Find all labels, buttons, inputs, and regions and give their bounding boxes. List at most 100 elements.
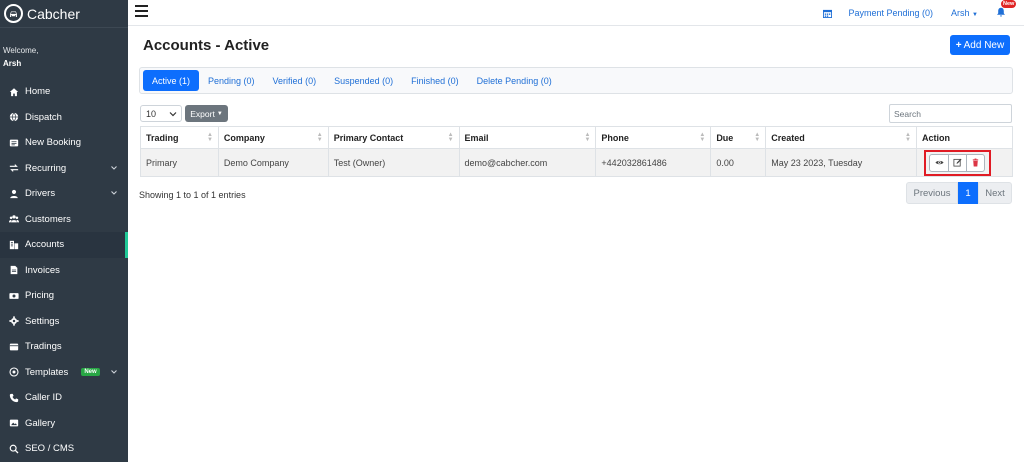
export-label: Export [190, 108, 215, 119]
trash-icon [973, 158, 979, 167]
page-length-select[interactable]: 10 [140, 105, 182, 122]
caret-down-icon: ▼ [216, 110, 223, 117]
sidebar-item-label: Drivers [25, 188, 56, 200]
sort-icon: ▲ ▼ [905, 132, 911, 143]
column-header-due[interactable]: Due ▲ ▼ [710, 126, 767, 149]
view-button[interactable] [930, 155, 948, 171]
column-header-phone[interactable]: Phone ▲ ▼ [595, 126, 712, 149]
tab-pending[interactable]: Pending (0) [199, 70, 264, 91]
sidebar-item-label: Tradings [25, 341, 62, 353]
gear-icon [8, 316, 19, 327]
add-new-button[interactable]: + Add New [950, 35, 1010, 55]
gallery-icon [8, 418, 19, 429]
chevron-down-icon [111, 165, 117, 170]
column-header-label: Due [716, 132, 734, 143]
sidebar-item-label: Accounts [25, 239, 65, 251]
cell-company: Demo Company [217, 148, 329, 177]
cell-email: demo@cabcher.com [458, 148, 597, 177]
column-header-label: Phone [601, 132, 629, 143]
column-header-trading[interactable]: Trading ▲ ▼ [140, 126, 219, 149]
action-highlight-box [923, 149, 991, 176]
export-button[interactable]: Export ▼ [185, 105, 228, 122]
search-input[interactable] [889, 104, 1012, 123]
column-header-company[interactable]: Company ▲ ▼ [217, 126, 329, 149]
sort-icon: ▲ ▼ [316, 132, 323, 143]
chevron-down-icon [169, 111, 177, 116]
sidebar-item-label: Home [25, 86, 51, 98]
delete-button[interactable] [966, 154, 984, 171]
payment-pending-link[interactable]: Payment Pending (0) [848, 8, 933, 18]
notification-bell[interactable]: New [996, 0, 1017, 19]
sidebar-item-label: Caller ID [25, 392, 62, 404]
welcome-label: Welcome, [3, 46, 39, 55]
sidebar-item-settings[interactable]: Settings [0, 309, 128, 335]
at-icon [8, 367, 19, 378]
brand[interactable]: Cabcher [0, 0, 128, 28]
pagination-previous[interactable]: Previous [906, 182, 958, 204]
pagination-next[interactable]: Next [978, 182, 1012, 204]
column-header-email[interactable]: Email ▲ ▼ [458, 126, 597, 149]
sidebar-item-home[interactable]: Home [0, 79, 128, 105]
sidebar-item-label: SEO / CMS [25, 443, 75, 455]
sidebar-item-recurring[interactable]: Recurring [0, 156, 128, 182]
tab-verified[interactable]: Verified (0) [264, 70, 326, 91]
page-title: Accounts - Active [143, 37, 270, 54]
sidebar-item-gallery[interactable]: Gallery [0, 411, 128, 437]
table-body: Primary Demo Company Test (Owner) demo@cabc… [140, 148, 1014, 177]
sidebar-item-label: Dispatch [25, 111, 62, 123]
bell-icon [997, 7, 1005, 17]
column-header-action: Action [915, 126, 1014, 149]
page-length-value: 10 [146, 108, 157, 119]
sort-icon: ▲ ▼ [206, 132, 213, 143]
eye-icon [935, 160, 944, 165]
sidebar-item-new-booking[interactable]: New Booking [0, 130, 128, 156]
calendar-icon[interactable] [823, 9, 833, 18]
cell-contact: Test (Owner) [327, 148, 460, 177]
sort-icon: ▲ ▼ [447, 132, 454, 143]
add-new-label: Add New [963, 39, 1005, 51]
new-badge: New [81, 368, 100, 377]
cell-due: 0.00 [710, 148, 767, 177]
sidebar-item-drivers[interactable]: Drivers [0, 181, 128, 207]
recurring-icon [8, 163, 19, 174]
column-header-label: Action [921, 132, 950, 143]
hamburger-menu-icon[interactable] [135, 5, 148, 18]
sidebar-item-dispatch[interactable]: Dispatch [0, 105, 128, 131]
sidebar-item-templates[interactable]: Templates New [0, 360, 128, 386]
sidebar-item-accounts[interactable]: Accounts [0, 232, 128, 258]
column-header-label: Trading [146, 132, 179, 143]
sidebar-item-label: Gallery [25, 417, 56, 429]
pagination: Previous 1 Next [906, 182, 1012, 204]
status-tabs: Active (1) Pending (0) Verified (0) Suspend… [139, 67, 1013, 94]
sidebar-item-customers[interactable]: Customers [0, 207, 128, 233]
tab-delete-pending[interactable]: Delete Pending (0) [468, 70, 561, 91]
user-menu-label: Arsh [951, 8, 970, 18]
sidebar-item-tradings[interactable]: Tradings [0, 334, 128, 360]
column-header-label: Email [464, 132, 489, 143]
sidebar-item-invoices[interactable]: Invoices [0, 258, 128, 284]
column-header-primary-contact[interactable]: Primary Contact ▲ ▼ [327, 126, 460, 149]
caret-down-icon: ▼ [972, 12, 978, 18]
edit-button[interactable] [948, 154, 966, 171]
sort-icon: ▲ ▼ [754, 132, 761, 143]
tab-finished[interactable]: Finished (0) [402, 70, 468, 91]
sidebar-item-seo-cms[interactable]: SEO / CMS [0, 436, 128, 462]
sidebar-item-pricing[interactable]: Pricing [0, 283, 128, 309]
action-button-group [929, 153, 986, 172]
app-name: Cabcher [27, 5, 80, 22]
tab-active[interactable]: Active (1) [143, 70, 200, 91]
sidebar-item-label: Recurring [25, 162, 67, 174]
sidebar: Cabcher Welcome, Arsh Home Dispatch New Bo… [0, 0, 128, 462]
accounts-table: Trading ▲ ▼ Company ▲ ▼ Primary Contact ▲ ▼ Email… [140, 126, 1014, 177]
column-header-created[interactable]: Created ▲ ▼ [765, 126, 917, 149]
sidebar-item-caller-id[interactable]: Caller ID [0, 385, 128, 411]
tab-suspended[interactable]: Suspended (0) [325, 70, 402, 91]
cell-trading: Primary [140, 148, 219, 177]
sidebar-item-label: Templates [25, 366, 69, 378]
pagination-page-current[interactable]: 1 [958, 182, 978, 204]
cell-created: May 23 2023, Tuesday [765, 148, 917, 177]
user-menu[interactable]: Arsh ▼ [951, 8, 978, 18]
sidebar-item-label: Customers [25, 213, 71, 225]
phone-icon [8, 392, 19, 403]
column-header-label: Primary Contact [333, 132, 404, 143]
